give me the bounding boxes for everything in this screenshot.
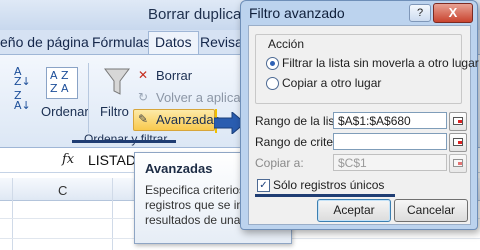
group-label-highlight — [72, 140, 176, 143]
dialog-body: Acción Filtrar la lista sin moverla a ot… — [248, 25, 479, 225]
fx-icon[interactable]: fx — [62, 152, 74, 167]
advanced-filter-icon: ✎ — [138, 112, 149, 126]
aceptar-button[interactable]: Aceptar — [317, 199, 391, 222]
unique-records-label[interactable]: Sólo registros únicos — [273, 178, 384, 192]
radio-filter-in-place[interactable] — [266, 57, 279, 70]
copiar-a-label: Copiar a: — [255, 156, 304, 170]
sort-za-icon[interactable]: Z A↓ — [14, 90, 31, 111]
radio-copy-elsewhere[interactable] — [266, 77, 279, 90]
avanzadas-label: Avanzadas — [156, 112, 221, 127]
grid-line — [12, 178, 13, 250]
collapse-dialog-icon[interactable] — [449, 133, 467, 152]
option-filter-in-place-label[interactable]: Filtrar la lista sin moverla a otro luga… — [282, 56, 479, 70]
help-button[interactable]: ? — [409, 4, 431, 22]
borrar-button[interactable]: Borrar — [156, 68, 192, 83]
accion-group-label: Acción — [266, 37, 307, 51]
column-header-c[interactable]: C — [58, 183, 67, 198]
tab-diseno-pagina[interactable]: eño de página — [0, 34, 89, 50]
rango-criterios-input[interactable] — [333, 133, 447, 150]
ordenar-filtrar-group-label: Ordenar y filtrar — [84, 132, 168, 146]
ordenar-button[interactable]: Ordenar — [41, 104, 89, 119]
advanced-filter-dialog: Filtro avanzado ? X Acción Filtrar la li… — [240, 0, 479, 230]
unique-records-highlight — [255, 194, 395, 197]
grid-line — [112, 178, 113, 250]
tab-datos[interactable]: Datos — [148, 31, 199, 56]
cancelar-button[interactable]: Cancelar — [394, 199, 468, 222]
tooltip-title: Avanzadas — [145, 161, 213, 176]
rango-lista-input[interactable]: $A$1:$A$680 — [333, 112, 447, 129]
collapse-dialog-icon[interactable] — [449, 154, 467, 173]
sort-az-icon[interactable]: A Z↓ — [14, 66, 31, 87]
unique-records-checkbox[interactable]: ✓ — [257, 179, 270, 192]
ribbon-separator — [88, 63, 89, 133]
close-button[interactable]: X — [433, 3, 473, 23]
avanzadas-button[interactable]: ✎ Avanzadas — [133, 109, 220, 131]
funnel-icon[interactable] — [104, 67, 130, 97]
option-copy-elsewhere-label[interactable]: Copiar a otro lugar — [282, 76, 381, 90]
accion-group: Acción Filtrar la lista sin moverla a ot… — [255, 34, 479, 104]
reapply-icon: ↻ — [138, 90, 149, 104]
clear-filter-icon: ✕ — [138, 68, 149, 82]
collapse-dialog-icon[interactable] — [449, 112, 467, 131]
sort-dialog-icon[interactable]: A ZZ A — [46, 67, 78, 99]
tab-formulas[interactable]: Fórmulas — [92, 34, 150, 50]
filtro-button[interactable]: Filtro — [100, 104, 129, 119]
volver-aplicar-button[interactable]: Volver a aplicar — [156, 90, 245, 105]
copiar-a-input[interactable]: $C$1 — [333, 154, 447, 171]
dialog-title: Filtro avanzado — [249, 5, 345, 21]
